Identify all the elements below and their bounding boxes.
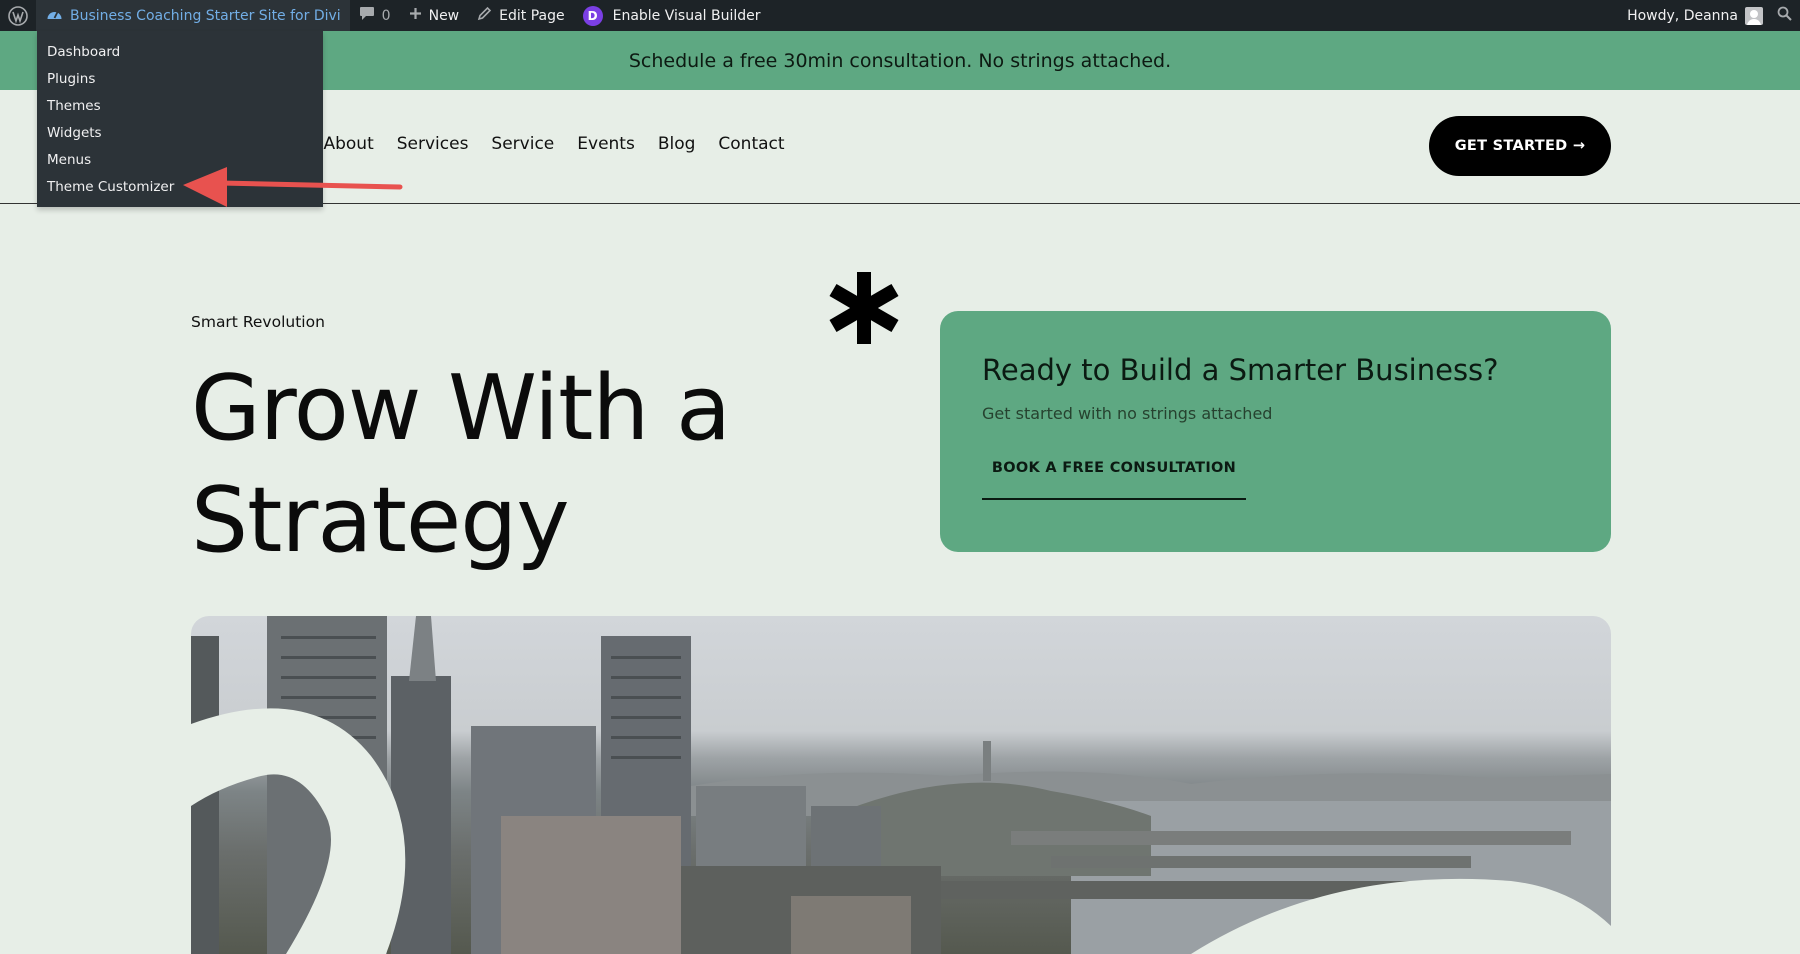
dropdown-item-plugins[interactable]: Plugins <box>37 66 323 93</box>
edit-page-label: Edit Page <box>499 7 565 24</box>
book-consultation-button[interactable]: BOOK A FREE CONSULTATION <box>982 460 1246 500</box>
howdy-label: Howdy, Deanna <box>1627 7 1738 24</box>
enable-visual-builder-link[interactable]: D Enable Visual Builder <box>574 0 770 31</box>
dropdown-item-widgets[interactable]: Widgets <box>37 120 323 147</box>
new-content-menu[interactable]: New <box>400 0 469 31</box>
avatar <box>1745 6 1763 25</box>
comments-menu[interactable]: 0 <box>350 0 400 31</box>
search-icon <box>1777 6 1792 25</box>
wp-admin-bar: Business Coaching Starter Site for Divi … <box>0 0 1800 31</box>
get-started-button[interactable]: GET STARTED → <box>1429 116 1611 176</box>
nav-item-blog[interactable]: Blog <box>658 134 696 154</box>
dashboard-gauge-icon <box>46 6 63 25</box>
comment-bubble-icon <box>359 6 375 25</box>
annotation-arrow-icon <box>175 162 405 216</box>
dropdown-item-themes[interactable]: Themes <box>37 93 323 120</box>
nav-item-about[interactable]: About <box>323 134 373 154</box>
edit-page-link[interactable]: Edit Page <box>468 0 573 31</box>
plus-icon <box>409 7 422 24</box>
main-nav: e About Services Service Events Blog Con… <box>290 134 808 154</box>
new-label: New <box>428 7 460 24</box>
comments-count: 0 <box>381 7 391 24</box>
nav-item-events[interactable]: Events <box>577 134 635 154</box>
wordpress-logo-icon[interactable] <box>0 0 36 31</box>
adminbar-right: Howdy, Deanna <box>1618 0 1800 31</box>
card-subtitle: Get started with no strings attached <box>982 404 1273 423</box>
dropdown-item-dashboard[interactable]: Dashboard <box>37 39 323 66</box>
nav-item-services[interactable]: Services <box>397 134 469 154</box>
pencil-icon <box>477 6 492 25</box>
asterisk-icon <box>824 268 904 352</box>
visual-builder-label: Enable Visual Builder <box>612 7 761 24</box>
promo-text: Schedule a free 30min consultation. No s… <box>628 49 1172 72</box>
hero-eyebrow: Smart Revolution <box>191 313 325 331</box>
nav-item-contact[interactable]: Contact <box>718 134 784 154</box>
search-button[interactable] <box>1771 0 1800 31</box>
hero-headline: Grow With a Strategy <box>191 356 731 573</box>
consultation-card: Ready to Build a Smarter Business? Get s… <box>940 311 1611 552</box>
site-name-menu[interactable]: Business Coaching Starter Site for Divi <box>36 0 350 31</box>
divi-logo-icon: D <box>582 5 603 26</box>
site-name-label: Business Coaching Starter Site for Divi <box>70 7 341 24</box>
card-title: Ready to Build a Smarter Business? <box>982 353 1499 387</box>
account-menu[interactable]: Howdy, Deanna <box>1618 0 1771 31</box>
city-skyline-photo <box>191 616 1611 954</box>
nav-item-service[interactable]: Service <box>491 134 554 154</box>
